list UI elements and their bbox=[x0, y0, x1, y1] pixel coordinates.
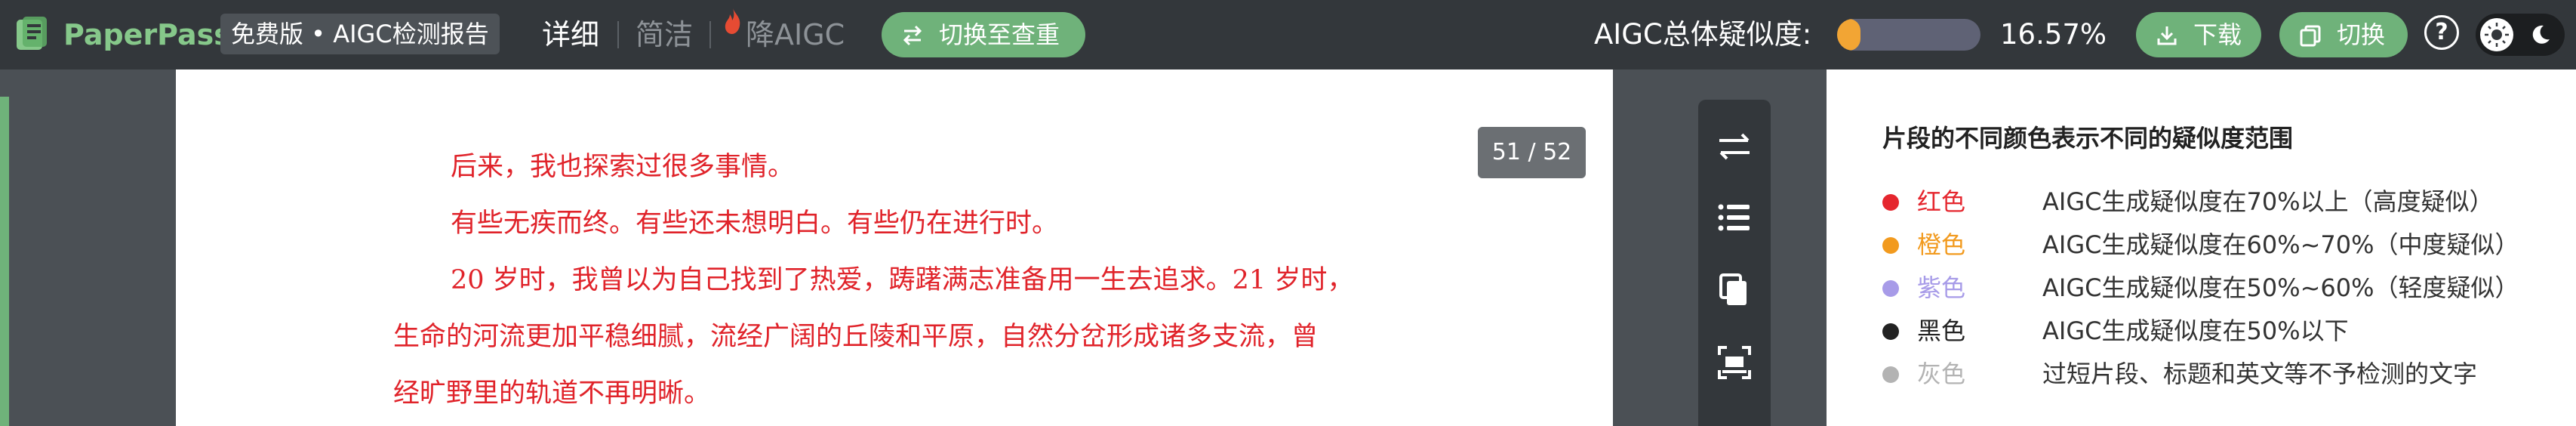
help-icon[interactable]: ? bbox=[2424, 15, 2459, 50]
download-button[interactable]: 下载 bbox=[2136, 12, 2261, 57]
switch-button[interactable]: 切换 bbox=[2279, 12, 2408, 57]
legend-description: AIGC生成疑似度在50%~60%（轻度疑似） bbox=[2042, 273, 2519, 302]
switch-to-plagiarism-check-button[interactable]: 切换至查重 bbox=[882, 12, 1085, 57]
left-accent-strip bbox=[0, 97, 9, 426]
switch-label: 切换 bbox=[2337, 20, 2386, 49]
aigc-score-value: 16.57% bbox=[2000, 18, 2107, 51]
legend-color-dot bbox=[1882, 194, 1899, 211]
legend-description: AIGC生成疑似度在60%~70%（中度疑似） bbox=[2042, 230, 2519, 259]
moon-icon bbox=[2532, 25, 2550, 44]
tab-divider bbox=[617, 21, 619, 48]
legend-description: 过短片段、标题和英文等不予检测的文字 bbox=[2042, 360, 2478, 388]
brand-name: PaperPass bbox=[63, 18, 231, 51]
document-line: 经旷野里的轨道不再明晰。 bbox=[393, 378, 711, 409]
page-indicator: 51 / 52 bbox=[1478, 127, 1586, 178]
legend-color-dot bbox=[1882, 366, 1899, 383]
download-label: 下载 bbox=[2193, 20, 2242, 49]
tool-rail bbox=[1698, 100, 1771, 426]
copy-icon bbox=[2300, 25, 2321, 47]
top-bar: PaperPass 免费版 • AIGC检测报告 详细 简洁 降AIGC 切换至… bbox=[0, 0, 2576, 69]
legend-description: AIGC生成疑似度在70%以上（高度疑似） bbox=[2042, 187, 2494, 216]
legend-title: 片段的不同颜色表示不同的疑似度范围 bbox=[1882, 124, 2294, 153]
logo-icon bbox=[17, 17, 47, 50]
legend-color-name: 橙色 bbox=[1917, 230, 1966, 259]
legend-color-dot bbox=[1882, 323, 1899, 340]
list-icon[interactable] bbox=[1715, 198, 1754, 237]
legend-color-name: 黑色 bbox=[1917, 316, 1966, 345]
switch-to-plagiarism-check-label: 切换至查重 bbox=[939, 20, 1060, 49]
legend-color-name: 红色 bbox=[1917, 187, 1966, 216]
legend-color-name: 灰色 bbox=[1917, 360, 1966, 388]
edition-badge: 免费版 • AIGC检测报告 bbox=[220, 14, 500, 54]
document-line: 生命的河流更加平稳细腻，流经广阔的丘陵和平原，自然分岔形成诸多支流，曾 bbox=[393, 322, 1319, 352]
tab-reduce-aigc[interactable]: 降AIGC bbox=[746, 15, 845, 54]
theme-toggle[interactable] bbox=[2476, 14, 2565, 56]
legend-color-dot bbox=[1882, 280, 1899, 297]
aigc-score-bar bbox=[1837, 19, 1980, 51]
document-line: 有些无疾而终。有些还未想明白。有些仍在进行时。 bbox=[451, 208, 1059, 239]
aigc-score-bar-fill bbox=[1837, 19, 1861, 51]
aigc-score-label: AIGC总体疑似度: bbox=[1594, 18, 1812, 51]
document-page: 后来，我也探索过很多事情。 有些无疾而终。有些还未想明白。有些仍在进行时。 20… bbox=[176, 69, 1613, 426]
document-line: 20 岁时，我曾以为自己找到了热爱，踌躇满志准备用一生去追求。21 岁时， bbox=[451, 265, 1354, 295]
scan-icon[interactable] bbox=[1715, 343, 1754, 382]
swap-icon bbox=[903, 25, 922, 46]
copy-icon[interactable] bbox=[1715, 270, 1754, 310]
legend-panel: 片段的不同颜色表示不同的疑似度范围 红色 AIGC生成疑似度在70%以上（高度疑似… bbox=[1827, 69, 2576, 426]
sun-icon bbox=[2480, 18, 2513, 51]
legend-description: AIGC生成疑似度在50%以下 bbox=[2042, 316, 2349, 345]
tab-divider bbox=[709, 21, 711, 48]
download-icon bbox=[2157, 26, 2177, 45]
swap-icon[interactable] bbox=[1715, 127, 1754, 166]
flame-icon bbox=[725, 8, 740, 34]
legend-color-dot bbox=[1882, 237, 1899, 254]
tab-simple[interactable]: 简洁 bbox=[636, 15, 693, 54]
document-line: 后来，我也探索过很多事情。 bbox=[451, 152, 795, 182]
tab-detail[interactable]: 详细 bbox=[542, 15, 599, 54]
legend-color-name: 紫色 bbox=[1917, 273, 1966, 302]
